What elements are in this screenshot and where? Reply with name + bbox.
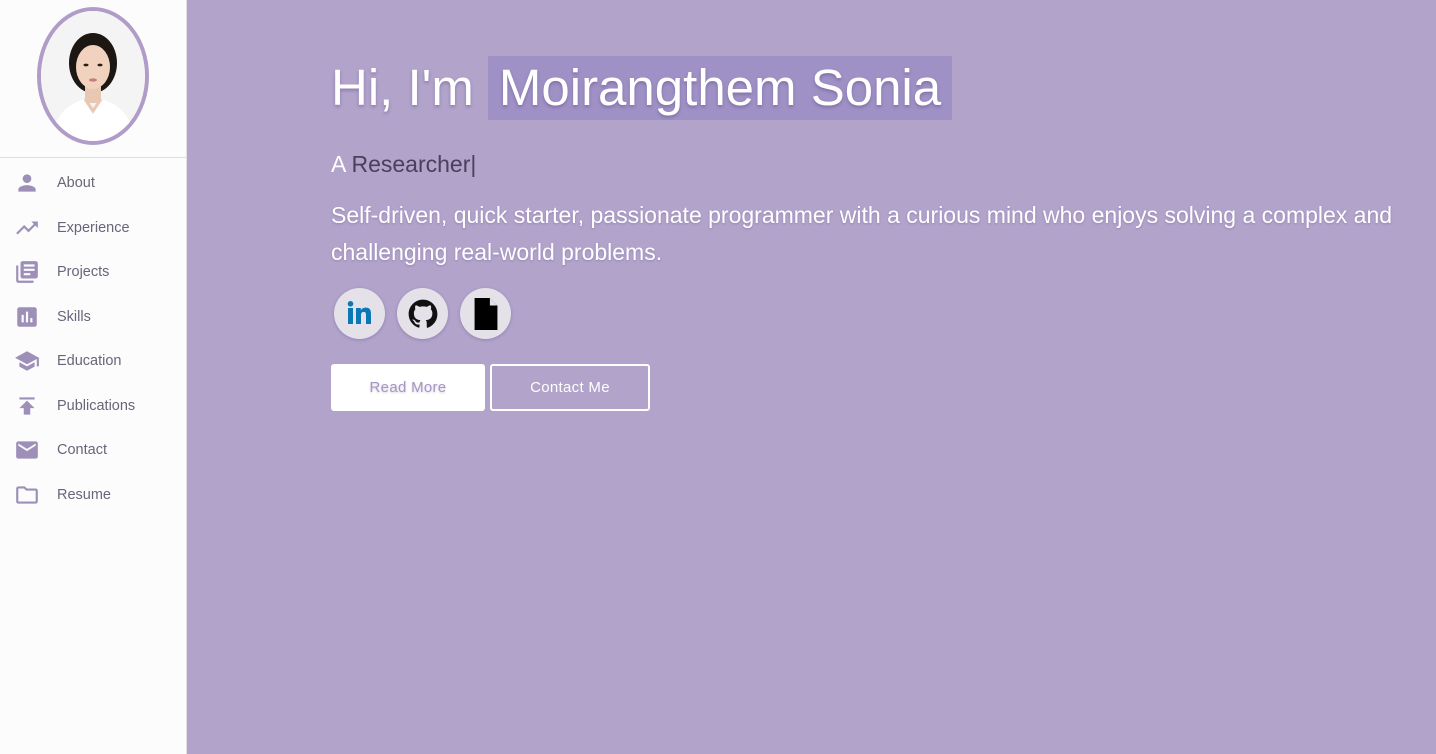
read-more-button[interactable]: Read More: [331, 364, 485, 411]
avatar-container: [0, 0, 186, 158]
document-icon: [474, 297, 497, 330]
linkedin-link[interactable]: [334, 288, 385, 339]
sidebar-item-label: Education: [57, 353, 122, 369]
school-icon: [14, 348, 40, 374]
greeting-text: Hi, I'm: [331, 59, 474, 116]
github-icon: [408, 299, 437, 328]
sidebar-item-label: About: [57, 175, 95, 191]
role-title: Researcher: [351, 151, 471, 177]
sidebar-item-contact[interactable]: Contact: [0, 430, 186, 470]
folder-icon: [14, 482, 40, 508]
resume-link[interactable]: [460, 288, 511, 339]
typing-cursor: |: [470, 151, 477, 177]
hero-section: Hi, I'm Moirangthem Sonia A Researcher| …: [331, 56, 1416, 411]
sidebar-item-label: Contact: [57, 442, 107, 458]
sidebar-item-education[interactable]: Education: [0, 341, 186, 381]
mail-icon: [14, 437, 40, 463]
social-links: [331, 288, 1416, 339]
hero-name: Moirangthem Sonia: [487, 56, 953, 120]
trending-up-icon: [14, 215, 40, 241]
sidebar-item-resume[interactable]: Resume: [0, 475, 186, 515]
sidebar-item-label: Experience: [57, 220, 130, 236]
sidebar-item-publications[interactable]: Publications: [0, 386, 186, 426]
role-prefix: A: [331, 151, 346, 177]
bar-chart-icon: [14, 304, 40, 330]
role-line: A Researcher|: [331, 149, 1416, 179]
cta-buttons: Read More Contact Me: [331, 364, 1416, 411]
sidebar-item-label: Resume: [57, 487, 111, 503]
linkedin-icon: [347, 300, 371, 324]
publish-icon: [14, 393, 40, 419]
avatar[interactable]: [37, 7, 149, 145]
contact-me-button[interactable]: Contact Me: [490, 364, 650, 411]
person-icon: [14, 170, 40, 196]
sidebar-item-label: Publications: [57, 398, 136, 414]
sidebar: About Experience Projects Skills Educati…: [0, 0, 187, 754]
hero-heading: Hi, I'm Moirangthem Sonia: [331, 56, 1416, 120]
page: About Experience Projects Skills Educati…: [0, 0, 1436, 754]
sidebar-item-experience[interactable]: Experience: [0, 208, 186, 248]
sidebar-item-projects[interactable]: Projects: [0, 252, 186, 292]
sidebar-item-about[interactable]: About: [0, 163, 186, 203]
library-books-icon: [14, 259, 40, 285]
profile-photo: [41, 11, 145, 141]
sidebar-item-skills[interactable]: Skills: [0, 297, 186, 337]
sidebar-item-label: Skills: [57, 309, 91, 325]
tagline: Self-driven, quick starter, passionate p…: [331, 202, 1393, 265]
sidebar-item-label: Projects: [57, 264, 110, 280]
github-link[interactable]: [397, 288, 448, 339]
